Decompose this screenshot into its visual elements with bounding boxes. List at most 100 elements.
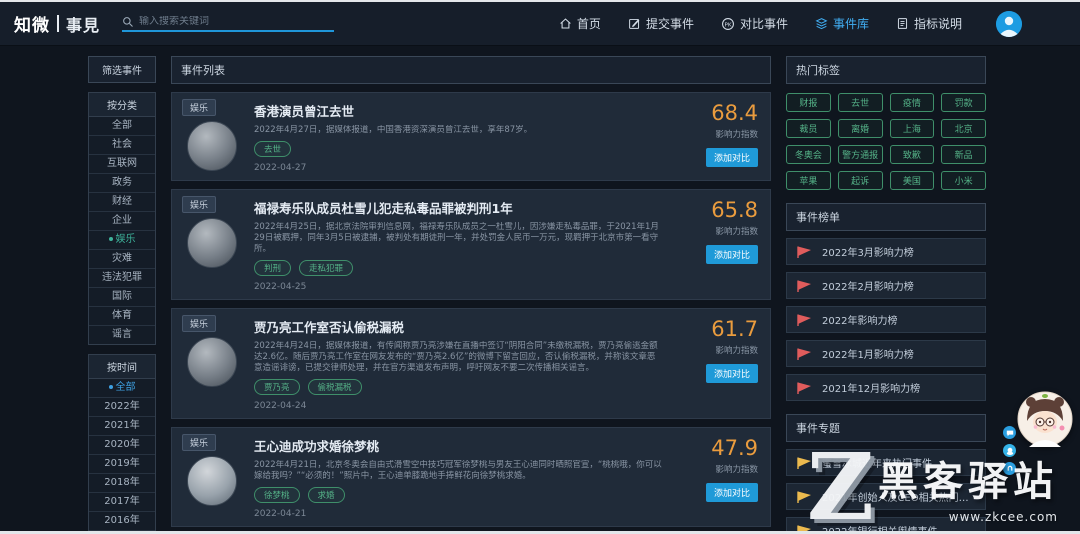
time-filter-item[interactable]: 2019年 (89, 455, 155, 474)
ranking-row[interactable]: 2022年1月影响力榜 (786, 340, 986, 367)
category-filter-group: 按分类 全部社会互联网政务财经企业娱乐灾难违法犯罪国际体育谣言 (88, 92, 156, 345)
yellow-flag-icon (796, 490, 813, 504)
event-tag[interactable]: 走私犯罪 (299, 260, 353, 276)
event-list-section: 事件列表 娱乐 香港演员曾江去世 2022年4月27日，据媒体报道，中国香港资深… (171, 56, 771, 534)
category-filter-item[interactable]: 国际 (89, 288, 155, 307)
event-card[interactable]: 娱乐 香港演员曾江去世 2022年4月27日，据媒体报道，中国香港资深演员曾江去… (171, 92, 771, 181)
hot-tag[interactable]: 警方通报 (838, 145, 883, 164)
time-filter-item[interactable]: 2016年 (89, 512, 155, 531)
event-tags: 贾乃亮偷税漏税 (254, 379, 662, 395)
event-card-right: 65.8 影响力指数 添加对比 (674, 196, 758, 292)
category-filter-item[interactable]: 灾难 (89, 250, 155, 269)
message-icon[interactable] (1003, 426, 1016, 439)
time-filter-item[interactable]: 2022年 (89, 398, 155, 417)
event-title[interactable]: 王心迪成功求婚徐梦桃 (254, 436, 662, 455)
ranking-row[interactable]: 2022年3月影响力榜 (786, 238, 986, 265)
hot-tag[interactable]: 致歉 (890, 145, 935, 164)
topic-row[interactable]: 蜜雪冰城近年来热门事件 (786, 449, 986, 476)
search-box (122, 16, 334, 32)
event-tag[interactable]: 求婚 (308, 487, 345, 503)
category-filter-item[interactable]: 娱乐 (89, 231, 155, 250)
nav-compare-event-label: 对比事件 (740, 15, 788, 32)
event-tag[interactable]: 判刑 (254, 260, 291, 276)
add-compare-button[interactable]: 添加对比 (706, 364, 758, 383)
event-photo (187, 337, 237, 387)
hot-tag[interactable]: 小米 (941, 171, 986, 190)
hot-tag[interactable]: 罚款 (941, 93, 986, 112)
hot-tag[interactable]: 离婚 (838, 119, 883, 138)
event-card[interactable]: 娱乐 贾乃亮工作室否认偷税漏税 2022年4月24日，据媒体报道，有传闻称贾乃亮… (171, 308, 771, 419)
user-avatar[interactable] (996, 11, 1022, 37)
hot-tag[interactable]: 财报 (786, 93, 831, 112)
topics-title: 事件专题 (786, 414, 986, 442)
category-filter-item[interactable]: 企业 (89, 212, 155, 231)
contact-stack (1003, 426, 1016, 475)
influence-score-label: 影响力指数 (715, 344, 758, 356)
time-filter-item[interactable]: 2017年 (89, 493, 155, 512)
influence-score-value: 65.8 (711, 200, 758, 221)
topic-row[interactable]: 2021年创始人及CEO相关热门事件 (786, 483, 986, 510)
nav-compare-event[interactable]: PK 对比事件 (721, 15, 788, 32)
qq-icon[interactable] (1003, 444, 1016, 457)
hot-tag[interactable]: 上海 (890, 119, 935, 138)
event-date: 2022-04-27 (254, 163, 662, 173)
category-filter-item[interactable]: 谣言 (89, 326, 155, 344)
category-filter-item[interactable]: 财经 (89, 193, 155, 212)
event-title[interactable]: 香港演员曾江去世 (254, 101, 662, 120)
category-filter-item[interactable]: 互联网 (89, 155, 155, 174)
event-tag[interactable]: 去世 (254, 141, 291, 157)
event-tag[interactable]: 偷税漏税 (308, 379, 362, 395)
hot-tag[interactable]: 疫情 (890, 93, 935, 112)
time-filter-item[interactable]: 2021年 (89, 417, 155, 436)
hot-tag[interactable]: 冬奥会 (786, 145, 831, 164)
add-compare-button[interactable]: 添加对比 (706, 483, 758, 502)
category-filter-item[interactable]: 体育 (89, 307, 155, 326)
hot-tag[interactable]: 新品 (941, 145, 986, 164)
time-filter-item[interactable]: 全部 (89, 379, 155, 398)
influence-score-label: 影响力指数 (715, 225, 758, 237)
add-compare-button[interactable]: 添加对比 (706, 148, 758, 167)
time-filter-item[interactable]: 2018年 (89, 474, 155, 493)
nav-home[interactable]: 首页 (559, 15, 601, 32)
category-filter-item[interactable]: 社会 (89, 136, 155, 155)
category-filter-title: 按分类 (89, 93, 155, 117)
event-card[interactable]: 娱乐 福禄寿乐队成员杜雪儿犯走私毒品罪被判刑1年 2022年4月25日，据北京法… (171, 189, 771, 300)
time-filter-item[interactable]: 2020年 (89, 436, 155, 455)
ranking-row[interactable]: 2021年12月影响力榜 (786, 374, 986, 401)
category-filter-item[interactable]: 违法犯罪 (89, 269, 155, 288)
nav-submit-event[interactable]: 提交事件 (628, 15, 694, 32)
mascot-avatar[interactable] (1017, 391, 1073, 447)
search-icon (122, 16, 134, 28)
event-tag[interactable]: 贾乃亮 (254, 379, 300, 395)
event-date: 2022-04-25 (254, 282, 662, 292)
right-panel: 热门标签 财报去世疫情罚款裁员离婚上海北京冬奥会警方通报致歉新品苹果起诉美国小米… (786, 56, 986, 534)
hot-tag[interactable]: 美国 (890, 171, 935, 190)
logo-secondary-text: 事見 (66, 12, 100, 36)
hot-tag[interactable]: 裁员 (786, 119, 831, 138)
category-filter-item[interactable]: 全部 (89, 117, 155, 136)
event-title[interactable]: 福禄寿乐队成员杜雪儿犯走私毒品罪被判刑1年 (254, 198, 662, 217)
nav-metrics-doc[interactable]: 指标说明 (896, 15, 962, 32)
hot-tag[interactable]: 去世 (838, 93, 883, 112)
svg-text:PK: PK (724, 22, 731, 28)
event-category-badge: 娱乐 (182, 99, 216, 116)
service-icon[interactable] (1003, 462, 1016, 475)
hot-tag[interactable]: 起诉 (838, 171, 883, 190)
add-compare-button[interactable]: 添加对比 (706, 245, 758, 264)
event-category-badge: 娱乐 (182, 315, 216, 332)
event-card-left: 娱乐 (182, 99, 242, 173)
hot-tag[interactable]: 苹果 (786, 171, 831, 190)
event-title[interactable]: 贾乃亮工作室否认偷税漏税 (254, 317, 662, 336)
pk-icon: PK (721, 17, 735, 31)
hot-tag[interactable]: 北京 (941, 119, 986, 138)
ranking-row[interactable]: 2022年2月影响力榜 (786, 272, 986, 299)
event-photo (187, 121, 237, 171)
search-input[interactable] (139, 16, 334, 27)
category-filter-item[interactable]: 政务 (89, 174, 155, 193)
app-logo[interactable]: 知微 事見 (14, 11, 100, 36)
event-description: 2022年4月21日，北京冬奥会自由式滑雪空中技巧冠军徐梦桃与男友王心迪同时晒照… (254, 460, 662, 482)
event-tag[interactable]: 徐梦桃 (254, 487, 300, 503)
ranking-row[interactable]: 2022年影响力榜 (786, 306, 986, 333)
event-card[interactable]: 娱乐 王心迪成功求婚徐梦桃 2022年4月21日，北京冬奥会自由式滑雪空中技巧冠… (171, 427, 771, 527)
nav-event-library[interactable]: 事件库 (815, 15, 869, 32)
